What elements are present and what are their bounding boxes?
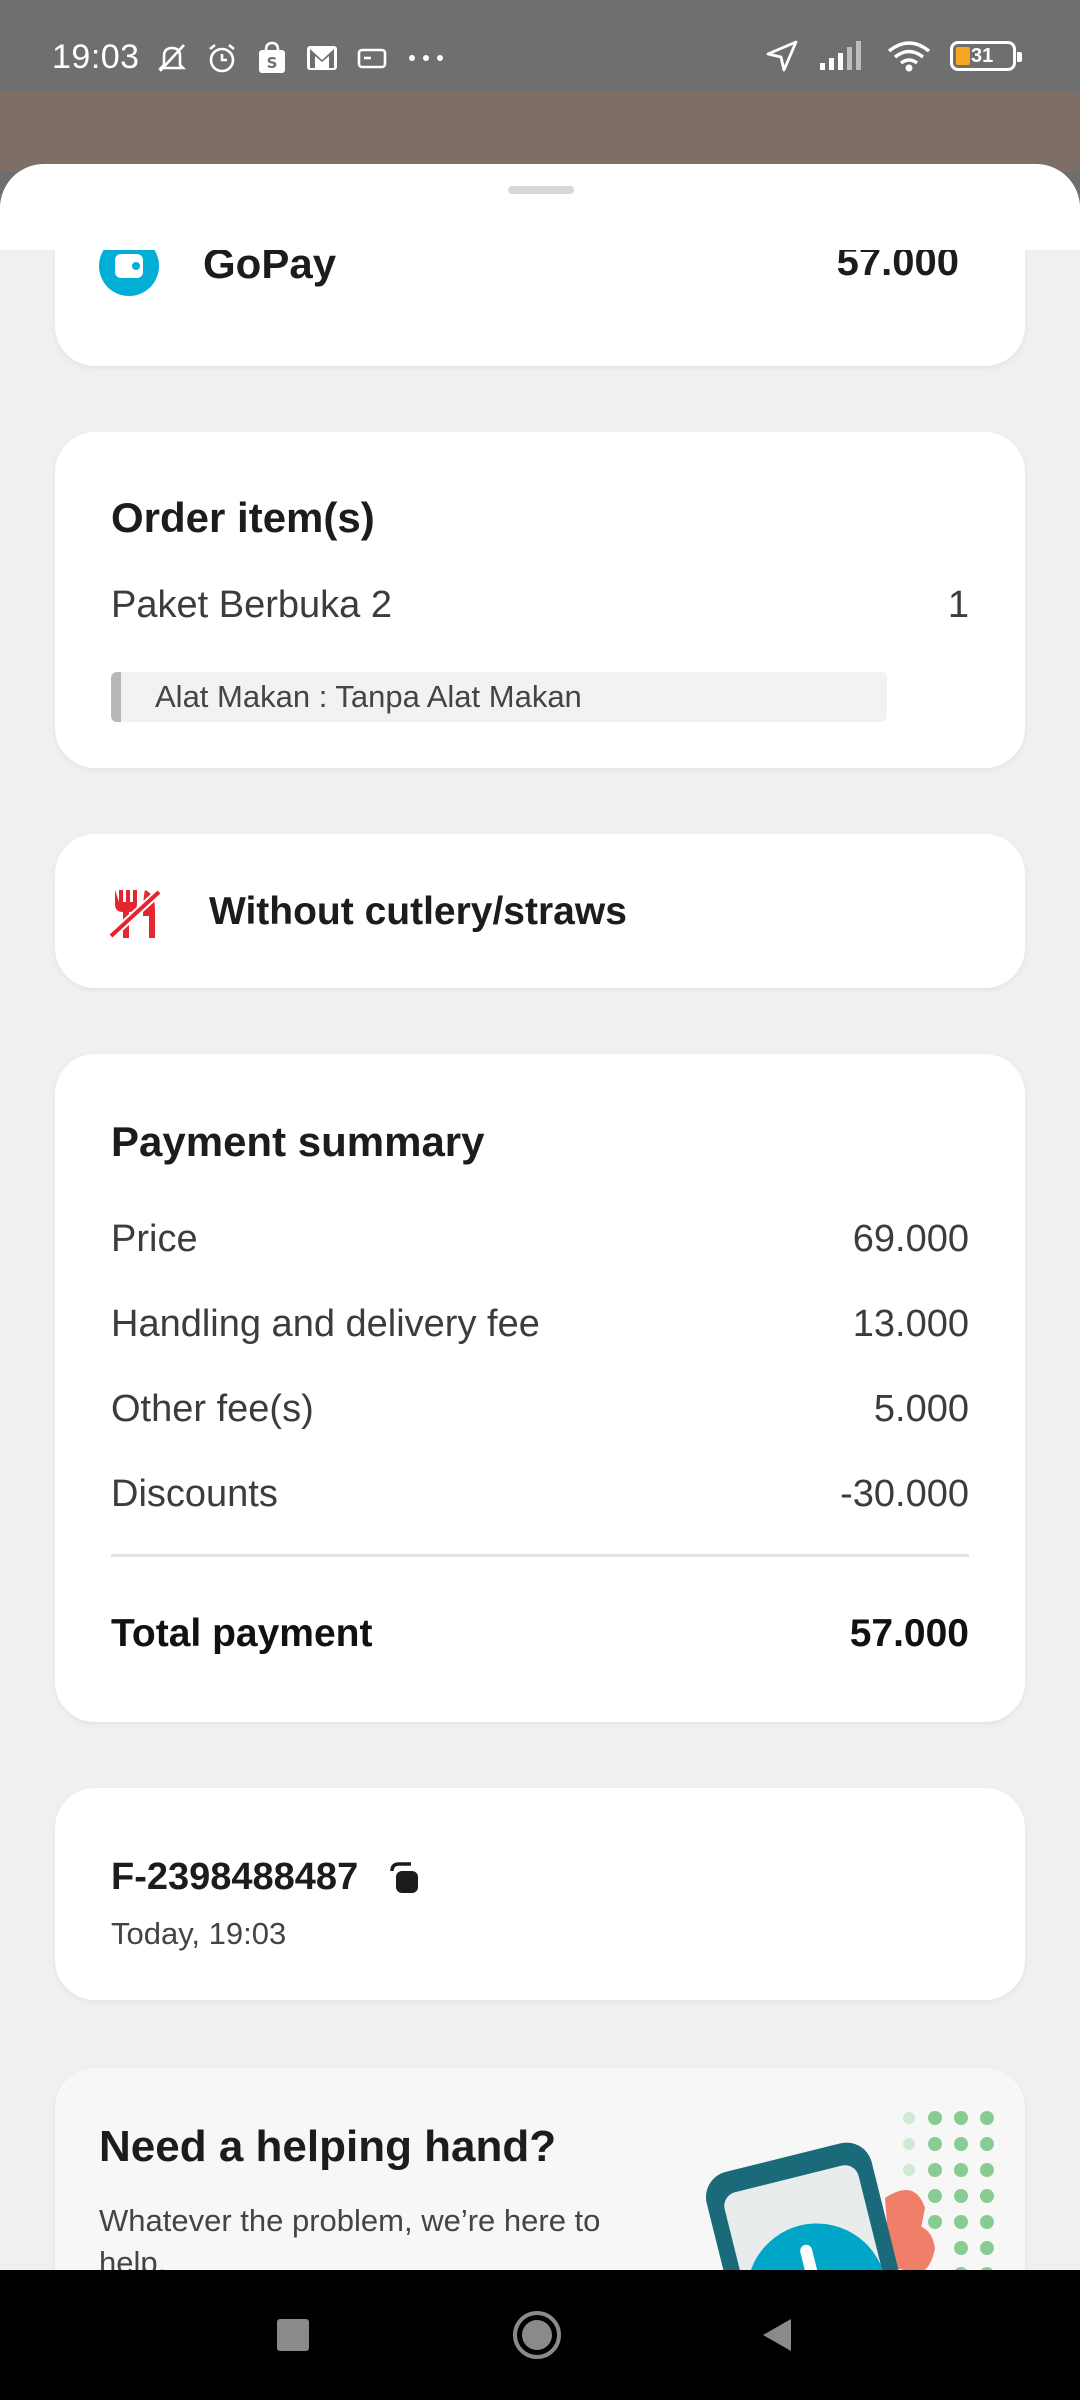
copy-icon[interactable] bbox=[384, 1859, 422, 1897]
help-title: Need a helping hand? bbox=[99, 2122, 557, 2171]
summary-row-label: Handling and delivery fee bbox=[111, 1303, 540, 1345]
summary-row-value: 69.000 bbox=[852, 1218, 969, 1260]
cutlery-preference-card: Without cutlery/straws bbox=[55, 834, 1025, 988]
system-nav-bar bbox=[0, 2270, 1080, 2400]
summary-row-discounts: Discounts -30.000 bbox=[111, 1473, 969, 1516]
total-payment-value: 57.000 bbox=[849, 1612, 969, 1655]
mute-bell-icon bbox=[154, 40, 190, 76]
card-icon bbox=[354, 40, 390, 76]
summary-row-label: Price bbox=[111, 1218, 198, 1260]
summary-row-other-fees: Other fee(s) 5.000 bbox=[111, 1388, 969, 1431]
order-id: F-2398488487 bbox=[111, 1856, 359, 1898]
recents-square-icon[interactable] bbox=[258, 2300, 328, 2370]
help-subtitle: Whatever the problem, we’re here to help… bbox=[99, 2203, 601, 2270]
summary-divider bbox=[111, 1554, 969, 1557]
drag-handle[interactable] bbox=[508, 186, 574, 194]
order-item-name: Paket Berbuka 2 bbox=[111, 584, 392, 626]
order-items-card: Order item(s) Paket Berbuka 2 1 Alat Mak… bbox=[55, 432, 1025, 768]
status-bar: 19:03 S 31 bbox=[0, 0, 1080, 92]
order-item-qty: 1 bbox=[947, 584, 969, 626]
order-item-variant: Alat Makan : Tanpa Alat Makan bbox=[111, 672, 887, 722]
payment-summary-title: Payment summary bbox=[111, 1118, 485, 1165]
help-phone-illustration-icon bbox=[705, 2111, 994, 2270]
more-dots-icon bbox=[404, 40, 448, 76]
signal-icon bbox=[818, 38, 868, 74]
summary-row-value: 5.000 bbox=[873, 1388, 969, 1430]
payment-summary-card: Payment summary Price 69.000 Handling an… bbox=[55, 1054, 1025, 1722]
summary-row-value: 13.000 bbox=[852, 1303, 969, 1345]
cutlery-preference-label: Without cutlery/straws bbox=[209, 890, 627, 933]
summary-row-delivery-fee: Handling and delivery fee 13.000 bbox=[111, 1303, 969, 1346]
battery-level: 31 bbox=[971, 45, 994, 67]
location-icon bbox=[764, 38, 800, 74]
back-triangle-icon[interactable] bbox=[742, 2300, 812, 2370]
no-cutlery-icon bbox=[108, 889, 162, 939]
summary-row-value: -30.000 bbox=[840, 1473, 969, 1515]
order-items-title: Order item(s) bbox=[111, 494, 375, 541]
home-circle-icon[interactable] bbox=[502, 2300, 572, 2370]
order-detail-sheet[interactable]: GoPay 57.000 Order item(s) Paket Berbuka… bbox=[0, 164, 1080, 2270]
shopee-icon: S bbox=[254, 40, 290, 76]
summary-row-price: Price 69.000 bbox=[111, 1218, 969, 1261]
order-id-row: F-2398488487 bbox=[111, 1856, 422, 1899]
battery-icon: 31 bbox=[950, 41, 1022, 71]
wifi-icon bbox=[886, 38, 932, 74]
order-timestamp: Today, 19:03 bbox=[111, 1916, 287, 1951]
alarm-icon bbox=[204, 40, 240, 76]
total-payment-label: Total payment bbox=[111, 1612, 373, 1655]
backdrop bbox=[0, 92, 1080, 172]
status-time: 19:03 bbox=[52, 38, 140, 76]
summary-total-row: Total payment 57.000 bbox=[111, 1612, 969, 1656]
sheet-header[interactable] bbox=[0, 164, 1080, 250]
svg-text:S: S bbox=[266, 54, 277, 72]
help-card[interactable]: Need a helping hand? Whatever the proble… bbox=[55, 2068, 1025, 2270]
summary-row-label: Other fee(s) bbox=[111, 1388, 314, 1430]
order-id-card: F-2398488487 Today, 19:03 bbox=[55, 1788, 1025, 2000]
summary-row-label: Discounts bbox=[111, 1473, 278, 1515]
gmail-icon bbox=[304, 40, 340, 76]
